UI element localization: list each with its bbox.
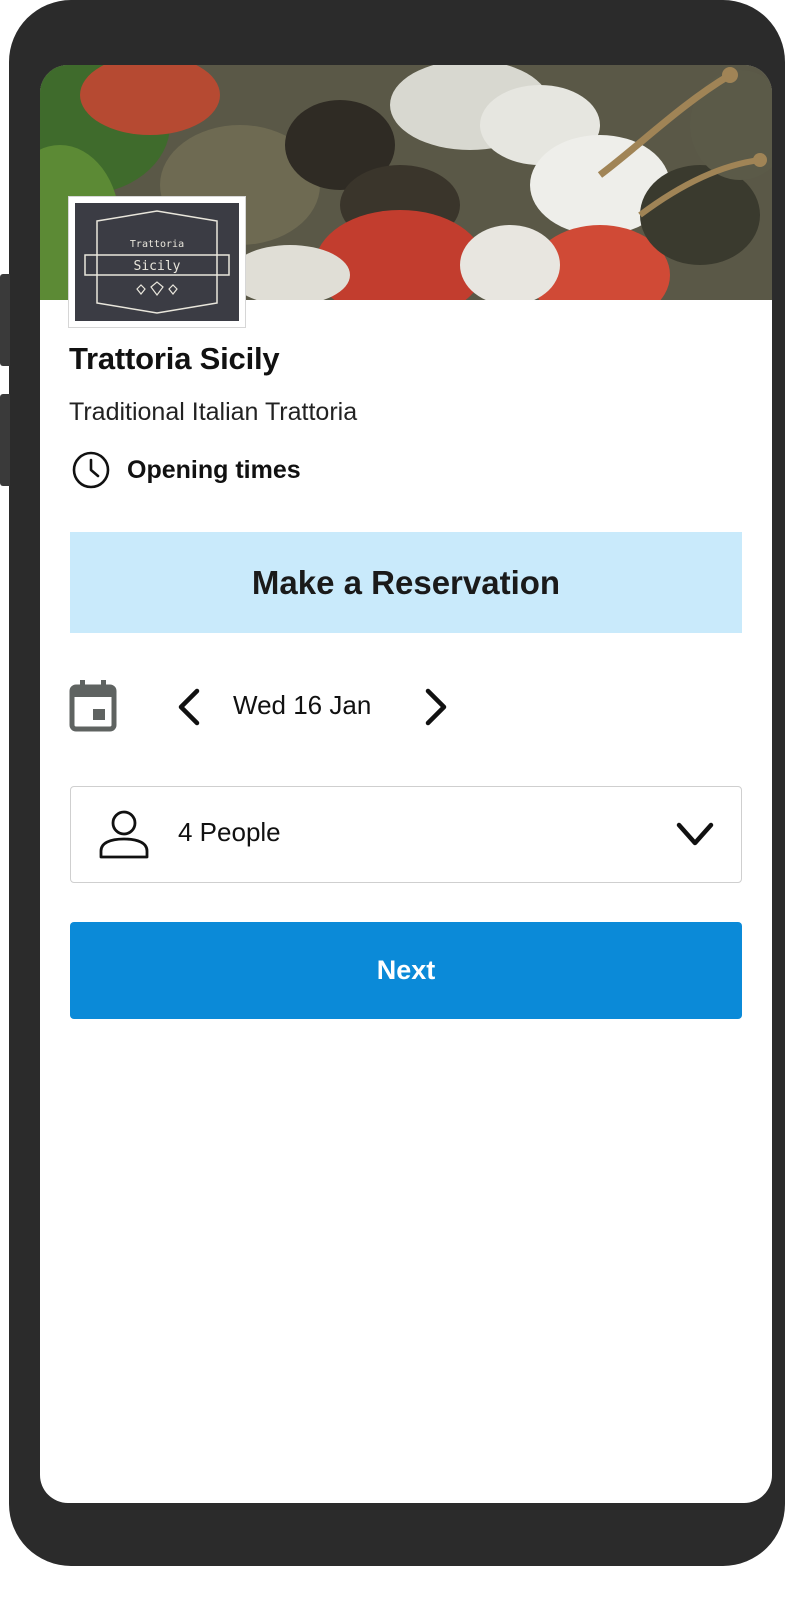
- restaurant-logo: Trattoria Sicily: [68, 196, 246, 328]
- logo-top-text: Trattoria: [130, 239, 184, 250]
- logo-main-text: Sicily: [134, 259, 181, 274]
- opening-times-link[interactable]: Opening times: [71, 449, 301, 491]
- app-screen: Trattoria Sicily Trattoria Sicily Tradit…: [40, 65, 772, 1503]
- phone-frame: Trattoria Sicily Trattoria Sicily Tradit…: [9, 0, 785, 1566]
- volume-button: [0, 274, 10, 366]
- reservation-banner: Make a Reservation: [70, 532, 742, 633]
- person-icon: [99, 810, 149, 859]
- chevron-down-icon: [676, 822, 714, 846]
- party-size-dropdown[interactable]: 4 People: [70, 786, 742, 883]
- restaurant-name: Trattoria Sicily: [69, 341, 280, 376]
- chevron-left-icon[interactable]: [173, 687, 205, 727]
- party-size-value: 4 People: [178, 817, 281, 847]
- clock-icon: [72, 451, 110, 489]
- reservation-title: Make a Reservation: [251, 563, 561, 601]
- calendar-icon[interactable]: [69, 679, 117, 733]
- diamond-icon: [136, 281, 178, 296]
- opening-times-label: Opening times: [127, 455, 301, 484]
- date-selector: Wed 16 Jan: [69, 679, 489, 735]
- chevron-right-icon[interactable]: [420, 687, 452, 727]
- power-button: [0, 394, 10, 486]
- selected-date: Wed 16 Jan: [233, 690, 372, 720]
- restaurant-tagline: Traditional Italian Trattoria: [69, 398, 358, 426]
- next-button[interactable]: Next: [70, 922, 742, 1019]
